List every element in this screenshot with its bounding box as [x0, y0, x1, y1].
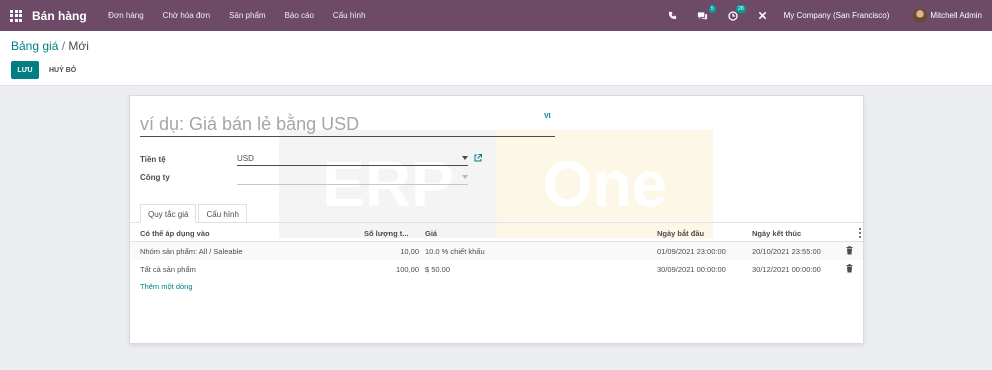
- column-price[interactable]: Giá: [425, 229, 437, 238]
- menu-item-configuration[interactable]: Cấu hình: [333, 11, 365, 20]
- company-switcher[interactable]: My Company (San Francisco): [784, 11, 890, 20]
- cell-applicable-on: Tất cả sản phẩm: [140, 265, 196, 274]
- top-navbar: Bán hàng Đơn hàng Chờ hóa đơn Sản phẩm B…: [0, 0, 992, 31]
- company-label: Công ty: [140, 173, 170, 182]
- cell-price: 10.0 % chiết khấu: [425, 247, 485, 256]
- language-button[interactable]: VI: [544, 113, 551, 120]
- company-select[interactable]: [237, 173, 468, 185]
- activities-badge: 28: [736, 4, 746, 13]
- close-icon[interactable]: [756, 9, 770, 23]
- notebook-tabs: Quy tắc giá Cấu hình: [140, 204, 247, 223]
- form-sheet: ERP One ví dụ: Giá bán lẻ bằng USD VI Ti…: [129, 95, 864, 344]
- cell-price: $ 50.00: [425, 265, 451, 274]
- user-avatar[interactable]: [913, 8, 928, 23]
- column-applicable-on[interactable]: Có thể áp dụng vào: [140, 229, 210, 238]
- column-start-date[interactable]: Ngày bắt đầu: [657, 229, 704, 238]
- currency-label: Tiền tệ: [140, 155, 166, 164]
- table-row[interactable]: Nhóm sản phẩm: All / Saleable 10,00 10.0…: [130, 242, 863, 260]
- menu-item-orders[interactable]: Đơn hàng: [108, 11, 144, 20]
- breadcrumb-pricelists-link[interactable]: Bảng giá: [11, 39, 58, 53]
- tab-price-rules[interactable]: Quy tắc giá: [140, 204, 197, 223]
- menu-item-reporting[interactable]: Báo cáo: [285, 11, 314, 20]
- chevron-down-icon: [462, 156, 468, 160]
- trash-icon[interactable]: [846, 246, 853, 255]
- column-min-quantity[interactable]: Số lượng t...: [364, 229, 409, 238]
- tab-configuration[interactable]: Cấu hình: [198, 204, 247, 223]
- cell-start-date: 30/09/2021 00:00:00: [657, 265, 726, 274]
- messages-badge: 5: [708, 4, 716, 13]
- activities-clock-icon[interactable]: 28: [726, 4, 746, 23]
- breadcrumb: Bảng giá / Mới: [11, 39, 89, 53]
- user-menu[interactable]: Mitchell Admin: [930, 11, 982, 20]
- cell-min-quantity: 100,00: [396, 265, 419, 274]
- cell-end-date: 30/12/2021 00:00:00: [752, 265, 821, 274]
- table-header: Có thể áp dụng vào Số lượng t... Giá Ngà…: [130, 224, 863, 242]
- optional-columns-icon[interactable]: [859, 228, 861, 238]
- add-line-link[interactable]: Thêm một dòng: [140, 282, 193, 291]
- cell-start-date: 01/09/2021 23:00:00: [657, 247, 726, 256]
- menu-item-to-invoice[interactable]: Chờ hóa đơn: [163, 11, 210, 20]
- cell-min-quantity: 10,00: [400, 247, 419, 256]
- phone-icon[interactable]: [666, 9, 680, 23]
- external-link-icon[interactable]: [473, 153, 483, 163]
- save-button[interactable]: LƯU: [11, 61, 39, 79]
- cell-applicable-on: Nhóm sản phẩm: All / Saleable: [140, 247, 243, 256]
- currency-value: USD: [237, 154, 254, 163]
- messages-icon[interactable]: 5: [696, 4, 716, 23]
- control-panel: Bảng giá / Mới LƯU HUỶ BỎ: [0, 31, 992, 86]
- table-row[interactable]: Tất cả sản phẩm 100,00 $ 50.00 30/09/202…: [130, 260, 863, 278]
- app-name[interactable]: Bán hàng: [32, 9, 87, 23]
- cell-end-date: 20/10/2021 23:55:00: [752, 247, 821, 256]
- pricelist-name-input[interactable]: ví dụ: Giá bán lẻ bằng USD: [140, 112, 555, 137]
- apps-grid-icon[interactable]: [10, 9, 22, 22]
- chevron-down-icon: [462, 175, 468, 179]
- breadcrumb-separator: /: [61, 39, 66, 53]
- menu-item-products[interactable]: Sản phẩm: [229, 11, 265, 20]
- currency-select[interactable]: USD: [237, 154, 468, 166]
- discard-button[interactable]: HUỶ BỎ: [46, 61, 79, 79]
- column-end-date[interactable]: Ngày kết thúc: [752, 229, 801, 238]
- trash-icon[interactable]: [846, 264, 853, 273]
- breadcrumb-current: Mới: [68, 39, 89, 53]
